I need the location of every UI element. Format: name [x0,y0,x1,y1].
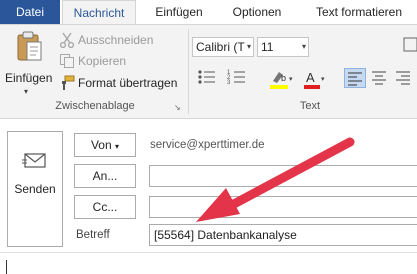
annotation-arrow-icon [196,137,355,222]
